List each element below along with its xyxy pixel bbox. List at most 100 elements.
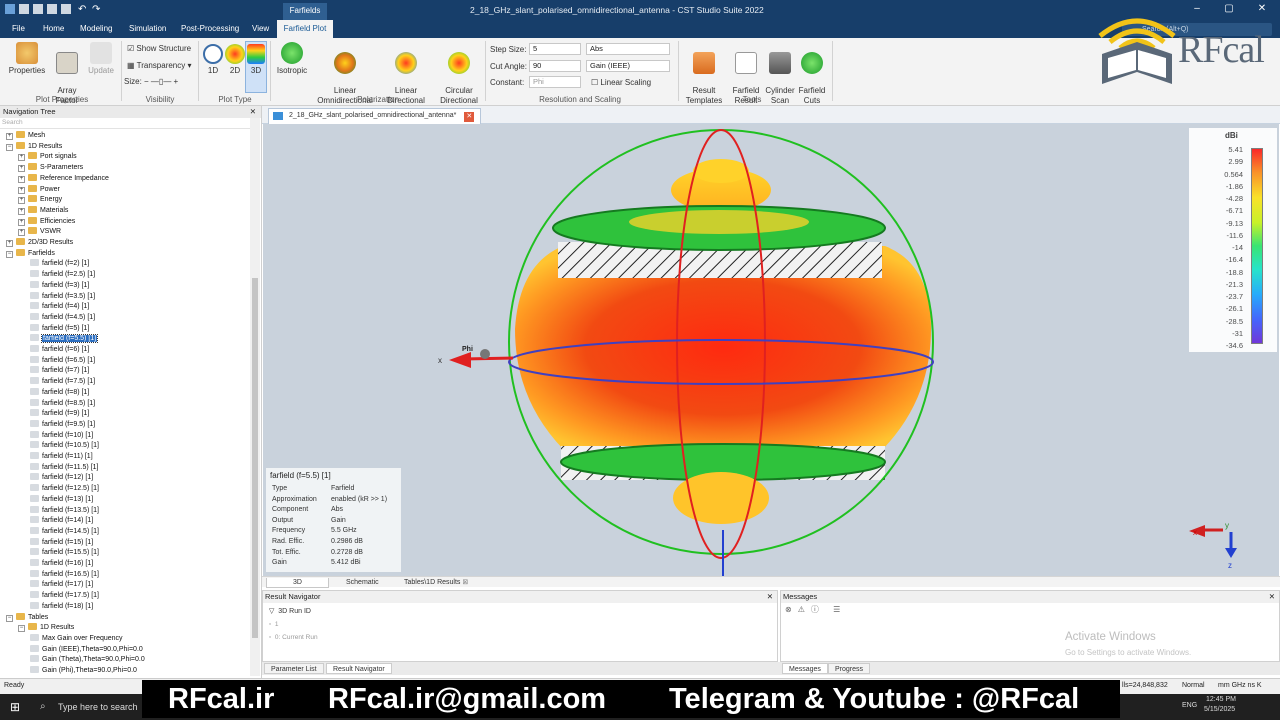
tree-item[interactable]: + Materials [18, 205, 68, 217]
expand-icon[interactable]: + [18, 218, 25, 226]
expand-icon[interactable]: + [18, 207, 25, 215]
isotropic-button[interactable]: Isotropic [274, 42, 310, 76]
tree-item[interactable]: farfield (f=11.5) [1] [30, 462, 98, 474]
tree-item[interactable]: farfield (f=7) [1] [30, 366, 89, 377]
properties-button[interactable]: Properties [6, 42, 48, 76]
tree-item[interactable]: farfield (f=18) [1] [30, 601, 93, 613]
menu-farfield-plot[interactable]: Farfield Plot [277, 20, 333, 38]
tree-item[interactable]: farfield (f=4.5) [1] [30, 312, 95, 324]
tab-3d[interactable]: 3D [266, 578, 329, 588]
tree-item[interactable]: farfield (f=10) [1] [30, 430, 93, 442]
tree-item[interactable]: farfield (f=15.5) [1] [30, 548, 99, 559]
tree-item[interactable]: + Mesh [6, 131, 45, 142]
tree-item[interactable]: + S-Parameters [18, 163, 83, 174]
expand-icon[interactable]: + [18, 175, 25, 183]
tree-item[interactable]: farfield (f=16) [1] [30, 559, 93, 570]
nav-scrollbar[interactable] [250, 118, 260, 676]
tree-item[interactable]: + Efficiencies [18, 216, 75, 228]
expand-icon[interactable]: + [18, 186, 25, 194]
tree-item[interactable]: farfield (f=14.5) [1] [30, 526, 99, 538]
taskbar-search-input[interactable]: Type here to search [58, 702, 138, 712]
tree-item[interactable]: + Port signals [18, 152, 77, 163]
cut-angle-input[interactable]: 90 [529, 60, 581, 72]
update-button[interactable]: Update [86, 42, 116, 76]
tab-parameter-list[interactable]: Parameter List [264, 663, 324, 674]
tree-item[interactable]: farfield (f=2) [1] [30, 259, 89, 270]
undo-icon[interactable]: ↶ [78, 4, 88, 15]
tree-item[interactable]: farfield (f=14) [1] [30, 516, 93, 527]
tree-item[interactable]: farfield (f=12.5) [1] [30, 484, 99, 495]
menu-modeling[interactable]: Modeling [80, 24, 112, 33]
component-select[interactable]: Abs [586, 43, 670, 55]
tree-item[interactable]: farfield (f=4) [1] [30, 302, 89, 313]
3d-viewport[interactable]: Phi x x y z dBi 5.41 2.99 0.564 -1.86 -4.28 -… [263, 124, 1279, 576]
windows-start-icon[interactable]: ⊞ [10, 700, 20, 714]
close-result-navigator-icon[interactable]: ✕ [767, 591, 773, 603]
tree-item[interactable]: farfield (f=9) [1] [30, 409, 89, 420]
tree-item[interactable]: farfield (f=7.5) [1] [30, 377, 95, 388]
tree-item[interactable]: farfield (f=17.5) [1] [30, 591, 99, 602]
tree-item[interactable]: + Reference Impedance [18, 173, 109, 185]
tree-item[interactable]: Gain (Phi),Theta=90.0,Phi=0.0 [30, 666, 137, 677]
circular-directional-button[interactable]: Circular Directional [436, 42, 482, 106]
tab-schematic[interactable]: Schematic [338, 578, 387, 588]
farfield-3d-plot[interactable]: Phi x x y z [263, 124, 1279, 576]
tree-item[interactable]: Gain (Theta),Theta=90.0,Phi=0.0 [30, 655, 145, 666]
tree-item[interactable]: farfield (f=3) [1] [30, 280, 89, 292]
step-size-input[interactable]: 5 [529, 43, 581, 55]
tree-item[interactable]: − Tables [6, 612, 48, 624]
tree-item[interactable]: farfield (f=13) [1] [30, 494, 93, 506]
tree-item[interactable]: farfield (f=15) [1] [30, 537, 93, 549]
collapse-icon[interactable]: − [6, 250, 13, 258]
expand-icon[interactable]: + [18, 154, 25, 162]
tree-item[interactable]: farfield (f=6) [1] [30, 345, 89, 356]
tab-result-navigator[interactable]: Result Navigator [326, 663, 392, 674]
tab-progress[interactable]: Progress [828, 663, 871, 674]
new-file-icon[interactable] [19, 4, 29, 14]
close-tab-icon[interactable]: ✕ [464, 112, 475, 122]
tree-item[interactable]: farfield (f=6.5) [1] [30, 355, 95, 367]
collapse-icon[interactable]: − [18, 625, 25, 633]
result-templates-button[interactable]: Result Templates [682, 42, 726, 106]
tree-item[interactable]: farfield (f=5) [1] [30, 323, 89, 335]
transparency-button[interactable]: ▦ Transparency ▾ [127, 61, 192, 70]
tab-messages[interactable]: Messages [782, 663, 828, 674]
tab-close-icon[interactable]: ⊠ [462, 579, 468, 586]
tree-item[interactable]: farfield (f=3.5) [1] [30, 291, 95, 303]
tree-item[interactable]: farfield (f=13.5) [1] [30, 505, 99, 517]
size-slider[interactable]: Size: − —▯— + [124, 77, 178, 86]
menu-view[interactable]: View [252, 24, 269, 33]
document-tab[interactable]: 2_18_GHz_slant_polarised_omnidirectional… [268, 108, 482, 124]
tree-item[interactable]: + Power [18, 184, 60, 196]
tree-item[interactable]: − Farfields [6, 248, 55, 260]
tree-item[interactable]: + VSWR [18, 227, 61, 238]
tree-item[interactable]: farfield (f=12) [1] [30, 473, 93, 484]
tree-item[interactable]: farfield (f=17) [1] [30, 580, 93, 591]
expand-icon[interactable]: + [6, 240, 13, 247]
linear-scaling-checkbox[interactable]: ☐ Linear Scaling [591, 78, 651, 87]
close-messages-icon[interactable]: ✕ [1269, 591, 1275, 603]
tree-item[interactable]: farfield (f=2.5) [1] [30, 270, 95, 281]
plot-type-3d-button[interactable]: 3D [245, 41, 267, 93]
plot-type-1d-button[interactable]: 1D [202, 44, 224, 76]
tree-item[interactable]: farfield (f=16.5) [1] [30, 569, 99, 581]
run-row-current[interactable]: ▫ 0: Current Run [269, 634, 318, 641]
expand-icon[interactable]: + [18, 165, 25, 173]
expand-icon[interactable]: + [18, 229, 25, 237]
nav-search-input[interactable]: Search [0, 119, 258, 129]
output-select[interactable]: Gain (IEEE) [586, 60, 670, 72]
tree-item[interactable]: + Energy [18, 195, 62, 206]
collapse-icon[interactable]: − [6, 143, 13, 151]
menu-simulation[interactable]: Simulation [129, 24, 166, 33]
tree-item[interactable]: − 1D Results [18, 623, 74, 634]
collapse-icon[interactable]: − [6, 614, 13, 622]
message-filter-icons[interactable]: ⊗⚠ⓘ ☰ [785, 604, 846, 615]
tree-item[interactable]: farfield (f=8) [1] [30, 387, 89, 399]
tree-item[interactable]: farfield (f=5.5) [1] [30, 334, 99, 345]
nav-scrollbar-thumb[interactable] [252, 278, 258, 638]
tab-tables-1d-results[interactable]: Tables\1D Results ⊠ [396, 578, 476, 588]
tree-item[interactable]: farfield (f=8.5) [1] [30, 398, 95, 410]
tree-item[interactable]: Gain (IEEE),Theta=90.0,Phi=0.0 [30, 644, 143, 656]
menu-file[interactable]: File [12, 24, 25, 33]
print-icon[interactable] [61, 4, 71, 14]
